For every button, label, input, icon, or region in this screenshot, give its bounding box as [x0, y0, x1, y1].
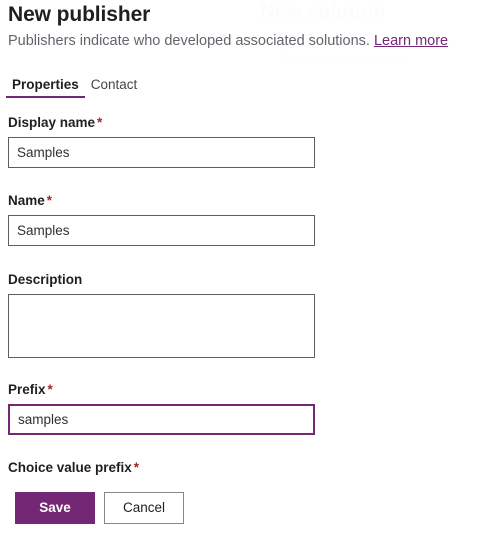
field-name: Name *	[8, 192, 315, 246]
field-description: Description	[8, 271, 315, 358]
description-textarea[interactable]	[8, 294, 315, 358]
tab-contact-label: Contact	[90, 77, 138, 92]
display-name-label: Display name *	[8, 114, 315, 131]
display-name-input[interactable]	[8, 137, 315, 168]
learn-more-link[interactable]: Learn more	[374, 33, 448, 49]
field-display-name: Display name *	[8, 114, 315, 168]
description-label-text: Description	[8, 272, 83, 287]
choice-value-prefix-required-marker: *	[133, 460, 140, 475]
name-label: Name *	[8, 192, 315, 209]
name-input[interactable]	[8, 215, 315, 246]
name-label-text: Name	[8, 193, 45, 208]
tab-list: Properties Contact	[6, 74, 143, 98]
prefix-label: Prefix *	[8, 381, 315, 398]
cancel-button[interactable]: Cancel	[104, 492, 184, 524]
page-title: New publisher	[8, 3, 151, 26]
page-subtitle: Publishers indicate who developed associ…	[8, 31, 448, 51]
footer-button-bar: Save Cancel	[0, 482, 500, 534]
tab-properties[interactable]: Properties	[6, 76, 85, 98]
name-required-marker: *	[46, 193, 53, 208]
display-name-required-marker: *	[97, 115, 103, 130]
description-label: Description	[8, 271, 315, 288]
prefix-input[interactable]	[8, 404, 315, 435]
display-name-label-text: Display name	[8, 115, 96, 130]
choice-value-prefix-label-text: Choice value prefix	[8, 460, 132, 475]
page-subtitle-text: Publishers indicate who developed associ…	[8, 33, 370, 49]
tab-contact[interactable]: Contact	[85, 76, 144, 98]
prefix-required-marker: *	[47, 382, 53, 397]
field-choice-value-prefix: Choice value prefix *	[8, 459, 139, 482]
tab-properties-label: Properties	[12, 77, 79, 92]
new-publisher-panel: New publisher Publishers indicate who de…	[0, 0, 500, 534]
save-button[interactable]: Save	[15, 492, 95, 524]
field-prefix: Prefix *	[8, 381, 315, 435]
prefix-label-text: Prefix	[8, 382, 46, 397]
choice-value-prefix-label: Choice value prefix *	[8, 459, 139, 476]
